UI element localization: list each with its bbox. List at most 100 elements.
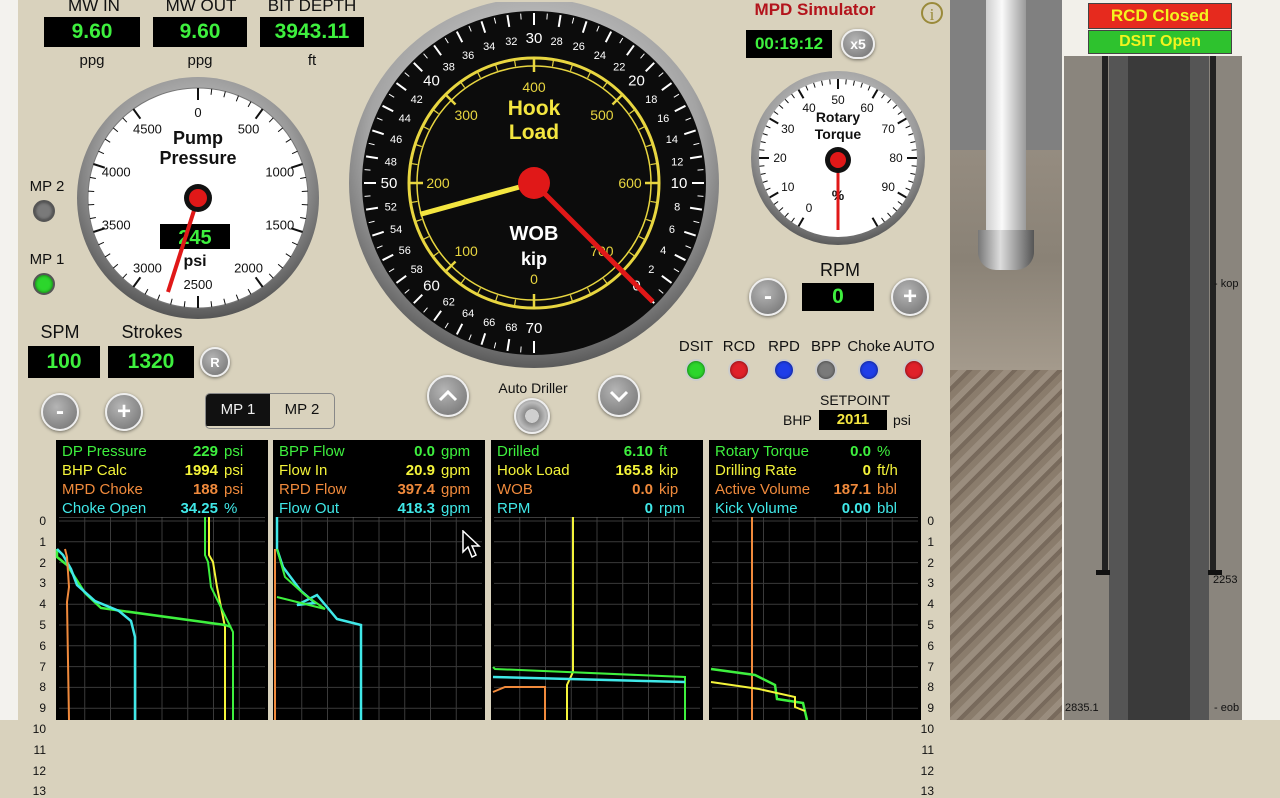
- time-tick-label: 3: [30, 576, 46, 590]
- data-panel-row: Drilling Rate0ft/h: [715, 461, 917, 480]
- setpoint-title: SETPOINT: [810, 392, 900, 408]
- rpm-value: 0: [802, 283, 874, 311]
- data-panel-row: Hook Load165.8kip: [497, 461, 699, 480]
- torque-gauge-tick-label: 40: [802, 101, 816, 115]
- torque-gauge-tick-label: 50: [831, 93, 845, 107]
- mp2-toggle[interactable]: [33, 200, 55, 222]
- row-name: Drilling Rate: [715, 461, 797, 480]
- gauge-tick: [830, 79, 831, 84]
- row-name: RPM: [497, 499, 530, 518]
- torque-gauge-tick-label: 60: [860, 101, 874, 115]
- rpm-plus-button[interactable]: +: [891, 278, 929, 316]
- hook-outer-tick-label: 70: [526, 320, 543, 337]
- hook-inner-tick-label: 300: [454, 107, 478, 123]
- torque-gauge-tick-label: 30: [781, 122, 795, 136]
- mp1-tab[interactable]: MP 1: [206, 394, 270, 426]
- pump-gauge-tick-label: 500: [238, 121, 260, 136]
- info-icon[interactable]: i: [921, 2, 943, 24]
- rpm-minus-button[interactable]: -: [749, 278, 787, 316]
- hook-outer-tick-label: 64: [462, 308, 474, 320]
- time-tick-label: 5: [30, 618, 46, 632]
- mp2-tab[interactable]: MP 2: [270, 394, 334, 426]
- spm-plus-button[interactable]: +: [105, 393, 143, 431]
- chevron-up-icon: [429, 377, 467, 415]
- mw-in-label: MW IN: [44, 0, 144, 16]
- data-panel-row: Flow In20.9gpm: [279, 461, 481, 480]
- row-unit: kip: [659, 480, 678, 499]
- hook-outer-tick-label: 12: [671, 156, 683, 168]
- auto-driller-down-button[interactable]: [598, 375, 640, 417]
- data-panel-row: BHP Calc1994psi: [62, 461, 264, 480]
- data-panel-row: RPM0rpm: [497, 499, 699, 518]
- indicator-lamp-rpd[interactable]: [773, 359, 795, 381]
- auto-driller-label: Auto Driller: [483, 380, 583, 396]
- hook-outer-tick-label: 42: [411, 94, 423, 106]
- auto-driller-up-button[interactable]: [427, 375, 469, 417]
- setpoint-value[interactable]: 2011: [819, 410, 887, 430]
- window-edge: [0, 0, 18, 720]
- hook-inner-tick-label: 500: [590, 107, 614, 123]
- row-name: MPD Choke: [62, 480, 143, 499]
- hook-outer-tick-label: 36: [462, 50, 474, 62]
- row-unit: %: [877, 442, 890, 461]
- time-tick-label: 4: [30, 597, 46, 611]
- kop-marker: - kop: [1214, 278, 1238, 290]
- row-unit: psi: [224, 442, 243, 461]
- data-panel-row: Rotary Torque0.0%: [715, 442, 917, 461]
- row-unit: gpm: [441, 480, 470, 499]
- row-unit: gpm: [441, 442, 470, 461]
- indicator-lamp-auto[interactable]: [903, 359, 925, 381]
- time-tick-label: 13: [918, 784, 934, 798]
- indicator-lamp-dsit[interactable]: [685, 359, 707, 381]
- indicator-lamp-bpp[interactable]: [815, 359, 837, 381]
- time-tick-label: 7: [30, 660, 46, 674]
- row-value: 6.10: [624, 442, 653, 461]
- hook-load-title1: Hook: [508, 97, 561, 120]
- strokes-reset-button[interactable]: R: [200, 347, 230, 377]
- time-tick-label: 1: [30, 535, 46, 549]
- hook-outer-tick-label: 26: [573, 41, 585, 53]
- time-tick-label: 11: [30, 743, 46, 757]
- row-value: 34.25: [180, 499, 218, 518]
- spm-value[interactable]: 100: [28, 346, 100, 378]
- hook-inner-tick-label: 100: [454, 243, 478, 259]
- row-name: Drilled: [497, 442, 540, 461]
- time-tick-label: 12: [30, 764, 46, 778]
- spm-minus-button[interactable]: -: [41, 393, 79, 431]
- data-panel-row: WOB0.0kip: [497, 480, 699, 499]
- setpoint-unit: psi: [893, 412, 911, 428]
- auto-driller-button[interactable]: [514, 398, 550, 434]
- hook-outer-tick-label: 38: [443, 62, 455, 74]
- row-value: 0.0: [850, 442, 871, 461]
- data-panel-row: Kick Volume0.00bbl: [715, 499, 917, 518]
- sim-title: MPD Simulator: [735, 0, 895, 20]
- time-tick-label: 13: [30, 784, 46, 798]
- sim-speed-button[interactable]: x5: [841, 29, 875, 59]
- hook-outer-tick-label: 16: [657, 113, 669, 125]
- row-unit: kip: [659, 461, 678, 480]
- hook-outer-tick-label: 28: [551, 36, 563, 48]
- pump-gauge-tick-label: 4000: [102, 164, 131, 179]
- hook-outer-tick-label: 34: [483, 41, 495, 53]
- pump-gauge-tick-label: 3500: [102, 218, 131, 233]
- hook-outer-tick-label: 18: [645, 94, 657, 106]
- hook-outer-tick-label: 14: [666, 134, 678, 146]
- row-name: BPP Flow: [279, 442, 345, 461]
- row-value: 0.0: [414, 442, 435, 461]
- rpm-label: RPM: [800, 260, 880, 281]
- wellbore-schematic: [1062, 0, 1280, 720]
- row-name: WOB: [497, 480, 533, 499]
- rcd-status-badge: RCD Closed: [1088, 3, 1232, 29]
- mp2-label: MP 2: [22, 178, 72, 195]
- hook-outer-tick-label: 6: [669, 224, 675, 236]
- pump-gauge-title1: Pump: [173, 128, 223, 148]
- pump-pressure-gauge: 050010001500200025003000350040004500 Pum…: [76, 76, 320, 320]
- torque-gauge-tick-label: 20: [773, 151, 787, 165]
- torque-gauge-tick-label: 10: [781, 180, 795, 194]
- mp1-toggle[interactable]: [33, 273, 55, 295]
- setpoint-prefix: BHP: [783, 412, 812, 428]
- indicator-lamp-choke[interactable]: [858, 359, 880, 381]
- data-panel-row: Drilled6.10ft: [497, 442, 699, 461]
- indicator-lamp-rcd[interactable]: [728, 359, 750, 381]
- hook-outer-tick-label: 58: [411, 264, 423, 276]
